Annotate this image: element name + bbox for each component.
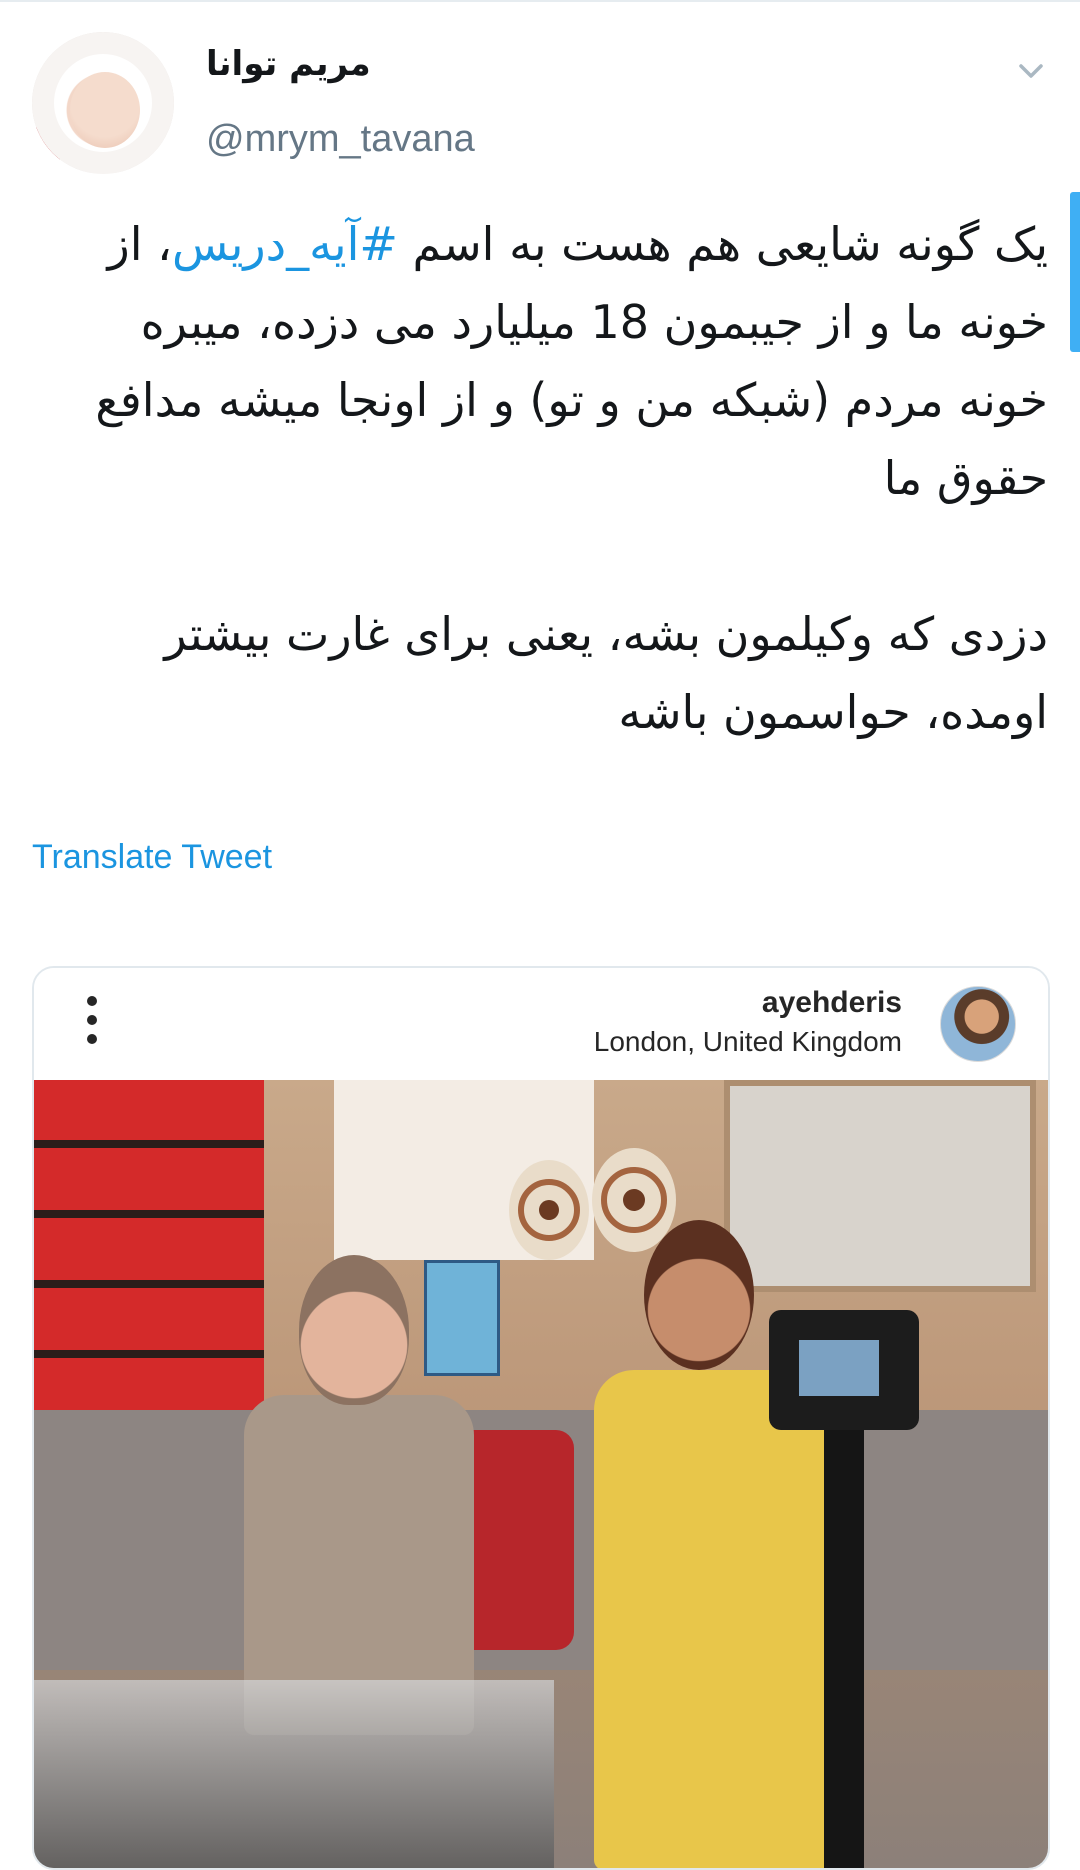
tweet-paragraph-2: دزدی که وکیلمون بشه، یعنی برای غارت بیشت… <box>164 607 1048 739</box>
top-divider <box>0 0 1080 2</box>
tweet-text: یک گونه شایعی هم هست به اسم #آیه_دریس، ا… <box>48 205 1048 751</box>
tweet-paragraph-1: یک گونه شایعی هم هست به اسم #آیه_دریس، ا… <box>48 205 1048 517</box>
person-left-graphic <box>244 1255 474 1735</box>
bookshelf-graphic <box>34 1080 264 1440</box>
tripod-graphic <box>824 1430 864 1868</box>
embed-header: ayehderis London, United Kingdom <box>34 968 1048 1080</box>
display-name[interactable]: مریم توانا <box>206 44 406 84</box>
embed-location[interactable]: London, United Kingdom <box>594 1026 902 1058</box>
glass-table-graphic <box>34 1680 554 1868</box>
hashtag-link[interactable]: #آیه_دریس <box>172 217 398 271</box>
translate-tweet-link[interactable]: Translate Tweet <box>32 838 272 877</box>
avatar[interactable] <box>32 32 174 174</box>
scroll-indicator <box>1070 192 1080 352</box>
more-vertical-icon[interactable] <box>86 996 98 1052</box>
user-handle[interactable]: @mrym_tavana <box>206 118 475 161</box>
embed-username[interactable]: ayehderis <box>762 986 902 1020</box>
embed-avatar[interactable] <box>940 986 1016 1062</box>
tweet-text-start: یک گونه شایعی هم هست به اسم <box>397 217 1048 271</box>
camera-graphic <box>769 1310 919 1430</box>
instagram-embed-card[interactable]: ayehderis London, United Kingdom <box>32 966 1050 1870</box>
embed-photo[interactable] <box>34 1080 1048 1868</box>
chevron-down-icon[interactable] <box>1018 58 1044 84</box>
